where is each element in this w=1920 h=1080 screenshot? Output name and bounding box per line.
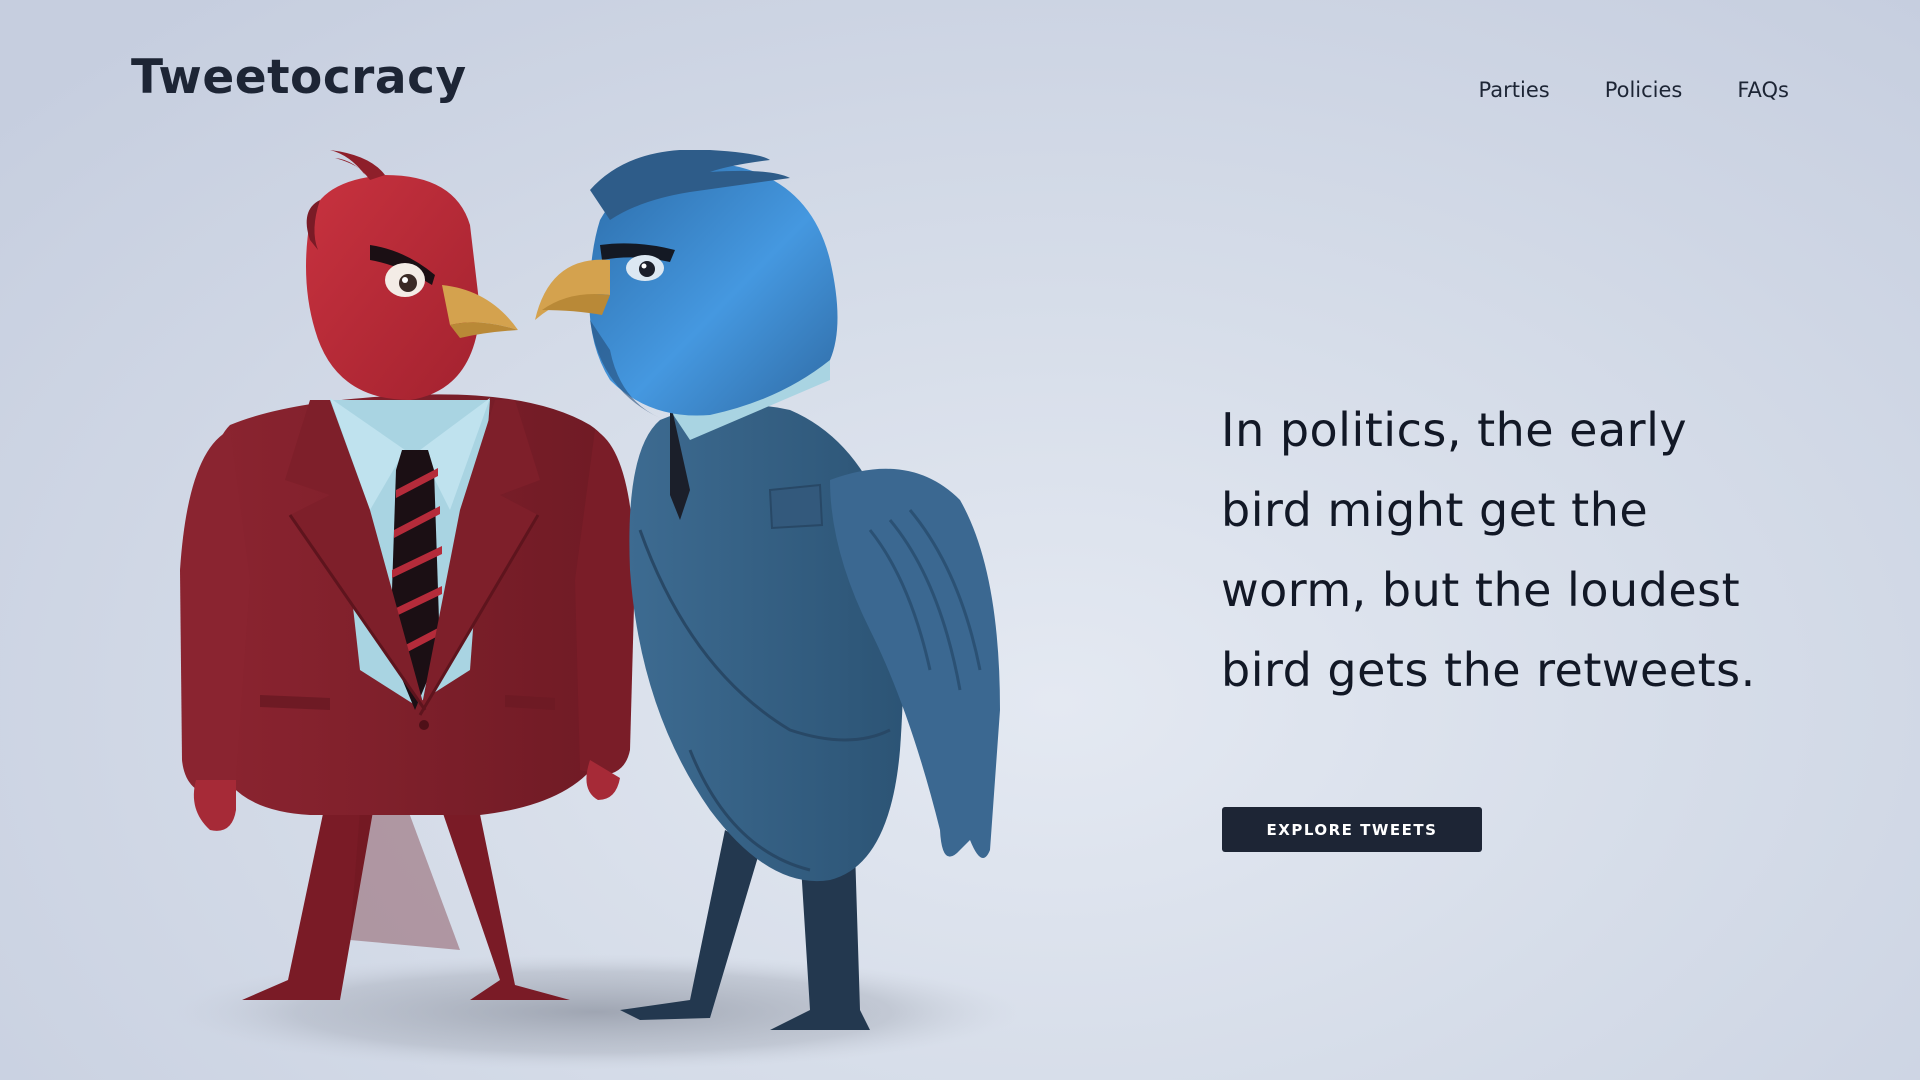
hero-headline: In politics, the early bird might get th…	[1221, 403, 1756, 697]
main-nav: Parties Policies FAQs	[1479, 78, 1789, 102]
nav-item-faqs[interactable]: FAQs	[1737, 78, 1789, 102]
explore-tweets-button[interactable]: EXPLORE TWEETS	[1222, 807, 1482, 852]
hero-illustration	[170, 150, 1020, 1070]
brand-logo[interactable]: Tweetocracy	[131, 52, 467, 104]
nav-item-parties[interactable]: Parties	[1479, 78, 1550, 102]
nav-item-policies[interactable]: Policies	[1605, 78, 1683, 102]
